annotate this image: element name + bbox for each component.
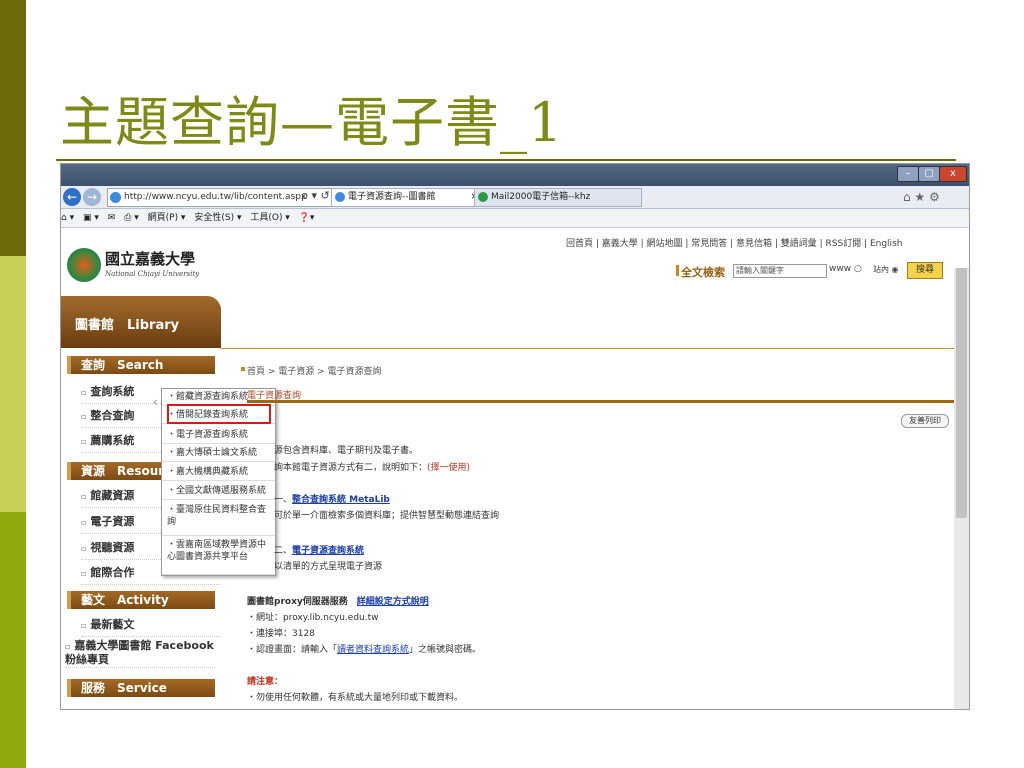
proxy-heading: 圖書館proxy伺服器服務 詳細設定方式說明 — [247, 597, 429, 607]
feeds-menu-icon[interactable]: ▣ ▾ — [83, 213, 99, 223]
slide-left-bar-middle — [0, 256, 26, 512]
item-marker-icon: ▫ — [81, 492, 87, 501]
home-favorites-settings-icons[interactable]: ⌂ ★ ⚙ — [903, 190, 940, 204]
browser-window: – ▢ x ← → http://www.ncyu.edu.tw/lib/con… — [60, 163, 970, 710]
proxy-port: ・連接埠：3128 — [247, 629, 315, 639]
maximize-button[interactable]: ▢ — [918, 166, 940, 182]
method-1: 一、整合查詢系統 MetaLib — [274, 495, 390, 505]
tab-label: 電子資源查詢--圖書館 — [348, 192, 436, 202]
notice-item: ・勿使用任何軟體，有系統或大量地列印或下載資料。 — [247, 693, 464, 703]
tools-menu[interactable]: 工具(O) ▾ — [250, 213, 290, 223]
eresource-query-link[interactable]: 電子資源查詢系統 — [292, 546, 364, 556]
breadcrumb-bullet — [241, 367, 245, 371]
item-marker-icon: ▫ — [81, 437, 87, 446]
help-menu-icon[interactable]: ❓▾ — [299, 213, 315, 223]
section-head-search[interactable]: 查詢 Search — [67, 356, 215, 374]
forward-button[interactable]: → — [83, 188, 101, 206]
intro-text: 源包含資料庫、電子期刊及電子書。 — [274, 446, 419, 456]
print-button[interactable]: 友善列印 — [901, 414, 949, 428]
notice-heading: 請注意： — [247, 677, 284, 687]
sidebar-item-latest-activity[interactable]: ▫ 最新藝文 — [81, 614, 221, 637]
scope-site-radio[interactable]: 站內 ◉ — [873, 264, 899, 275]
section-head-resources[interactable]: 資源 Resources — [67, 462, 167, 480]
university-name-en: National Chiayi University — [105, 270, 200, 278]
search-label-marker — [676, 265, 679, 276]
home-menu-icon[interactable]: ⌂ ▾ — [61, 213, 74, 223]
item-marker-icon: ▫ — [81, 569, 87, 578]
search-button[interactable]: 搜尋 — [907, 262, 943, 279]
method-2-desc: 以清單的方式呈現電子資源 — [274, 562, 383, 572]
flyout-item-document-delivery[interactable]: ・全國文獻傳遞服務系統 — [162, 483, 275, 500]
proxy-address: ・網址：proxy.lib.ncyu.edu.tw — [247, 613, 379, 623]
web-page: 國立嘉義大學 National Chiayi University 圖書館 Li… — [61, 228, 969, 709]
section-head-service[interactable]: 服務 Service — [67, 679, 215, 697]
item-marker-icon: ▫ — [81, 518, 87, 527]
search-input[interactable]: 請輸入關鍵字 — [733, 264, 827, 278]
choose-one-note: (擇一使用) — [427, 463, 471, 473]
title-divider — [56, 159, 956, 161]
safety-menu[interactable]: 安全性(S) ▾ — [194, 213, 241, 223]
search-refresh-icon[interactable]: ρ ▾ ↺ — [301, 189, 330, 202]
print-menu-icon[interactable]: ⎙ ▾ — [124, 213, 139, 223]
proxy-auth: ・認證畫面：請輸入「讀者資料查詢系統」之帳號與密碼。 — [247, 645, 482, 655]
scope-www-radio[interactable]: www ○ — [829, 264, 862, 274]
method-2: 二、電子資源查詢系統 — [274, 546, 365, 556]
flyout-item-regional-platform[interactable]: ・雲嘉南區域教學資源中心圖書資源共享平台 — [162, 537, 275, 575]
command-bar: ⌂ ▾ ▣ ▾ ✉ ⎙ ▾ 網頁(P) ▾ 安全性(S) ▾ 工具(O) ▾ ❓… — [61, 209, 969, 228]
reader-query-link[interactable]: 讀者資料查詢系統 — [337, 645, 409, 655]
top-links[interactable]: 回首頁 | 嘉義大學 | 網站地圖 | 常見問答 | 意見信箱 | 雙語詞彙 |… — [566, 236, 902, 249]
close-window-button[interactable]: x — [939, 166, 967, 182]
university-name[interactable]: 國立嘉義大學 — [105, 248, 195, 269]
tab-mail2000[interactable]: Mail2000電子信箱--khz — [474, 188, 642, 207]
address-bar: ← → http://www.ncyu.edu.tw/lib/content.a… — [61, 186, 969, 209]
back-button[interactable]: ← — [63, 188, 81, 206]
scrollbar-thumb[interactable] — [956, 268, 967, 518]
item-marker-icon: ▫ — [81, 544, 87, 553]
header-divider — [221, 348, 954, 349]
method-1-desc: 可於單一介面檢索多個資料庫；提供智慧型動態連結查詢 — [274, 511, 500, 521]
tab-library-eresources[interactable]: 電子資源查詢--圖書館 × — [331, 188, 483, 207]
slide-left-bar-top — [0, 0, 26, 256]
section-head-activity[interactable]: 藝文 Activity — [67, 591, 215, 609]
page-menu[interactable]: 網頁(P) ▾ — [148, 213, 186, 223]
item-marker-icon: ▫ — [65, 642, 71, 651]
minimize-button[interactable]: – — [897, 166, 919, 182]
proxy-setup-link[interactable]: 詳細設定方式說明 — [357, 597, 429, 607]
breadcrumb[interactable]: 首頁 > 電子資源 > 電子資源查詢 — [247, 364, 382, 377]
mail-icon[interactable]: ✉ — [108, 213, 116, 223]
item-marker-icon: ▫ — [81, 388, 87, 397]
window-titlebar: – ▢ x — [61, 164, 969, 186]
library-title[interactable]: 圖書館 Library — [75, 314, 179, 333]
title-underline — [247, 400, 954, 403]
item-marker-icon: ▫ — [81, 412, 87, 421]
intro-methods-text: 詢本館電子資源方式有二，說明如下：(擇一使用) — [274, 463, 471, 473]
sidebar-item-facebook-fanpage[interactable]: ▫ 嘉義大學圖書館 Facebook粉絲專頁 — [65, 636, 215, 668]
tab-label: Mail2000電子信箱--khz — [491, 192, 591, 202]
flyout-pointer-icon: ‹ — [153, 395, 158, 409]
university-logo-icon[interactable] — [67, 248, 101, 282]
flyout-item-aboriginal-data[interactable]: ・臺灣原住民資料整合查詢 — [162, 502, 275, 536]
ie-page-icon — [110, 192, 121, 203]
slide-title: 主題查詢—電子書_1 — [60, 91, 564, 154]
flyout-item-eresource-query[interactable]: ・電子資源查詢系統 — [162, 427, 275, 444]
slide-left-bar-bottom — [0, 512, 26, 768]
metalib-link[interactable]: 整合查詢系統 MetaLib — [292, 495, 390, 505]
flyout-item-repository[interactable]: ・嘉大機構典藏系統 — [162, 464, 275, 481]
item-marker-icon: ▫ — [81, 621, 87, 630]
ie-tab-icon — [335, 192, 345, 202]
fulltext-search-label: 全文檢索 — [681, 266, 725, 279]
mail-tab-icon — [478, 192, 488, 202]
flyout-item-theses[interactable]: ・嘉大博碩士論文系統 — [162, 445, 275, 462]
highlight-box — [167, 404, 271, 424]
